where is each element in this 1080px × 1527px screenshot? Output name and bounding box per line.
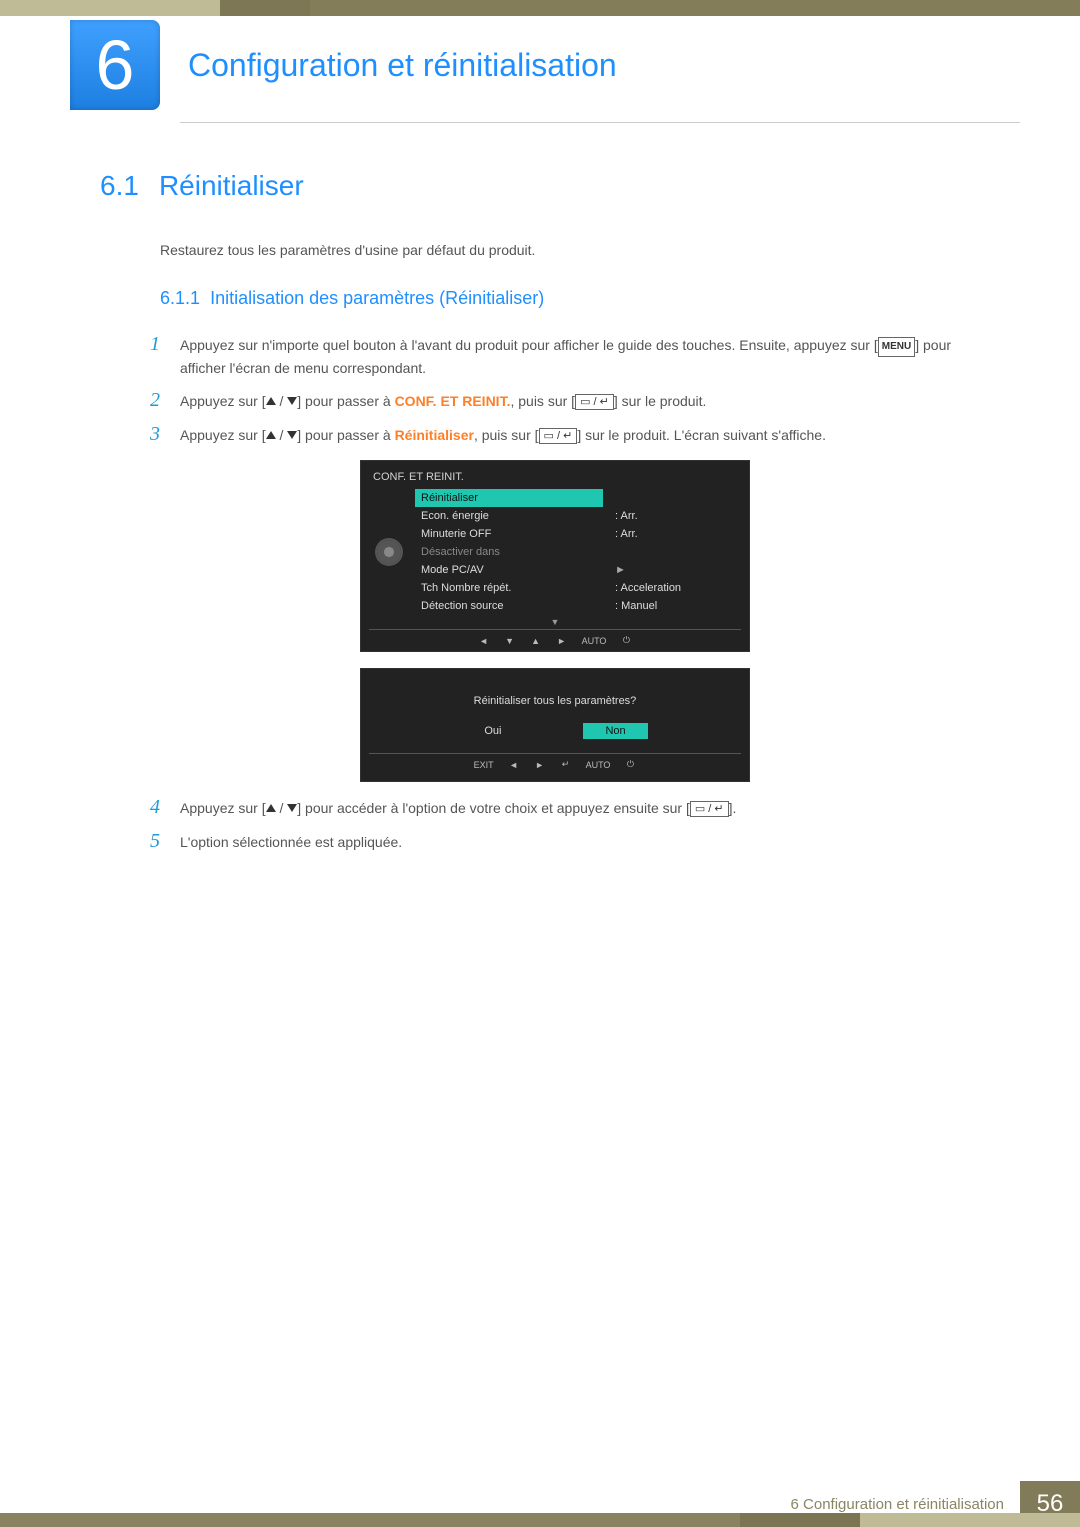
osd-nav-icon: ► (534, 760, 546, 770)
osd-nav-icon: ► (556, 636, 568, 646)
step-body: Appuyez sur [ / ] pour passer à Réinitia… (180, 424, 980, 446)
step-body: Appuyez sur [ / ] pour passer à CONF. ET… (180, 390, 980, 412)
step-5: 5 L'option sélectionnée est appliquée. (150, 830, 980, 853)
down-arrow-icon (287, 804, 297, 812)
step-number: 4 (150, 796, 180, 819)
step-number: 5 (150, 830, 180, 853)
osd-value-arrow: ► (615, 561, 735, 579)
osd-confirm-dialog: Réinitialiser tous les paramètres? Oui N… (360, 668, 750, 782)
bar-seg (220, 0, 310, 16)
osd-value: : Manuel (615, 597, 735, 615)
step-1: 1 Appuyez sur n'importe quel bouton à l'… (150, 333, 980, 379)
step-body: Appuyez sur [ / ] pour accéder à l'optio… (180, 797, 980, 819)
osd-nav-icon: ▲ (530, 636, 542, 646)
text: , puis sur [ (510, 393, 575, 409)
osd-footer: ◄ ▼ ▲ ► AUTO ⏻ (369, 629, 741, 651)
step-number: 3 (150, 423, 180, 446)
osd-item-selected: Réinitialiser (415, 489, 603, 507)
up-arrow-icon (266, 804, 276, 812)
section-number: 6.1 (100, 170, 139, 201)
bar-seg (310, 0, 1080, 16)
step-3: 3 Appuyez sur [ / ] pour passer à Réinit… (150, 423, 980, 446)
up-arrow-icon (266, 431, 276, 439)
subsection-name: Initialisation des paramètres (Réinitial… (210, 288, 544, 308)
osd-screenshot-block: CONF. ET REINIT. Réinitialiser Econ. éne… (360, 460, 980, 782)
menu-button-icon: MENU (878, 337, 915, 357)
divider (180, 122, 1020, 123)
osd-value: : Acceleration (615, 579, 735, 597)
osd-scroll-indicator: ▼ (369, 615, 741, 629)
down-arrow-icon (287, 431, 297, 439)
osd-enter-icon: ↵ (560, 759, 572, 770)
text: ] sur le produit. L'écran suivant s'affi… (577, 427, 826, 443)
osd-exit-label: EXIT (474, 760, 494, 770)
osd-item: Détection source (415, 597, 603, 615)
text: ] pour passer à (297, 393, 394, 409)
page-content: 6.1 Réinitialiser Restaurez tous les para… (100, 170, 980, 863)
text: ]. (729, 800, 737, 816)
text: ] pour passer à (297, 427, 394, 443)
text: , puis sur [ (474, 427, 539, 443)
osd-footer: EXIT ◄ ► ↵ AUTO ⏻ (369, 753, 741, 775)
enter-button-icon: ▭ / ↵ (575, 394, 614, 410)
step-2: 2 Appuyez sur [ / ] pour passer à CONF. … (150, 389, 980, 412)
chapter-header: 6 Configuration et réinitialisation (70, 20, 1020, 110)
osd-item: Mode PC/AV (415, 561, 603, 579)
down-arrow-icon (287, 397, 297, 405)
osd-item: Minuterie OFF (415, 525, 603, 543)
chapter-number-badge: 6 (70, 20, 160, 110)
step-4: 4 Appuyez sur [ / ] pour accéder à l'opt… (150, 796, 980, 819)
osd-item: Econ. énergie (415, 507, 603, 525)
osd-menu: CONF. ET REINIT. Réinitialiser Econ. éne… (360, 460, 750, 652)
osd-nav-icon: ◄ (508, 760, 520, 770)
osd-nav-icon: ◄ (478, 636, 490, 646)
text: ] pour accéder à l'option de votre choix… (297, 800, 690, 816)
osd-auto-label: AUTO (586, 760, 611, 770)
osd-item: Tch Nombre répét. (415, 579, 603, 597)
power-icon: ⏻ (620, 635, 632, 646)
subsection-title: 6.1.1 Initialisation des paramètres (Réi… (160, 288, 980, 309)
text: Appuyez sur [ (180, 800, 266, 816)
osd-value: : Arr. (615, 507, 735, 525)
top-accent-bar (0, 0, 1080, 16)
osd-category-icon (369, 489, 409, 615)
step-number: 2 (150, 389, 180, 412)
up-arrow-icon (266, 397, 276, 405)
osd-title: CONF. ET REINIT. (369, 467, 741, 489)
osd-auto-label: AUTO (582, 636, 607, 646)
text: Appuyez sur n'importe quel bouton à l'av… (180, 337, 878, 353)
osd-item-disabled: Désactiver dans (415, 543, 603, 561)
menu-name: CONF. ET REINIT. (395, 393, 511, 409)
section-lead: Restaurez tous les paramètres d'usine pa… (160, 242, 980, 258)
bar-seg (0, 0, 220, 16)
page-footer: 6 Configuration et réinitialisation 56 (0, 1481, 1080, 1527)
subsection-number: 6.1.1 (160, 288, 200, 308)
confirm-no-selected: Non (583, 723, 647, 739)
menu-item: Réinitialiser (395, 427, 474, 443)
osd-value: : Arr. (615, 525, 735, 543)
step-body: Appuyez sur n'importe quel bouton à l'av… (180, 334, 980, 379)
text: Appuyez sur [ (180, 393, 266, 409)
power-icon: ⏻ (624, 759, 636, 770)
confirm-question: Réinitialiser tous les paramètres? (369, 675, 741, 723)
step-body: L'option sélectionnée est appliquée. (180, 831, 980, 853)
text: ] sur le produit. (614, 393, 707, 409)
gear-icon (377, 540, 401, 564)
text: Appuyez sur [ (180, 427, 266, 443)
footer-accent-bar (0, 1513, 1080, 1527)
section-title: 6.1 Réinitialiser (100, 170, 980, 202)
enter-button-icon: ▭ / ↵ (690, 801, 729, 817)
chapter-title: Configuration et réinitialisation (188, 47, 617, 84)
section-name: Réinitialiser (159, 170, 304, 201)
step-number: 1 (150, 333, 180, 356)
enter-button-icon: ▭ / ↵ (539, 428, 578, 444)
osd-nav-icon: ▼ (504, 636, 516, 646)
confirm-yes: Oui (462, 723, 523, 739)
